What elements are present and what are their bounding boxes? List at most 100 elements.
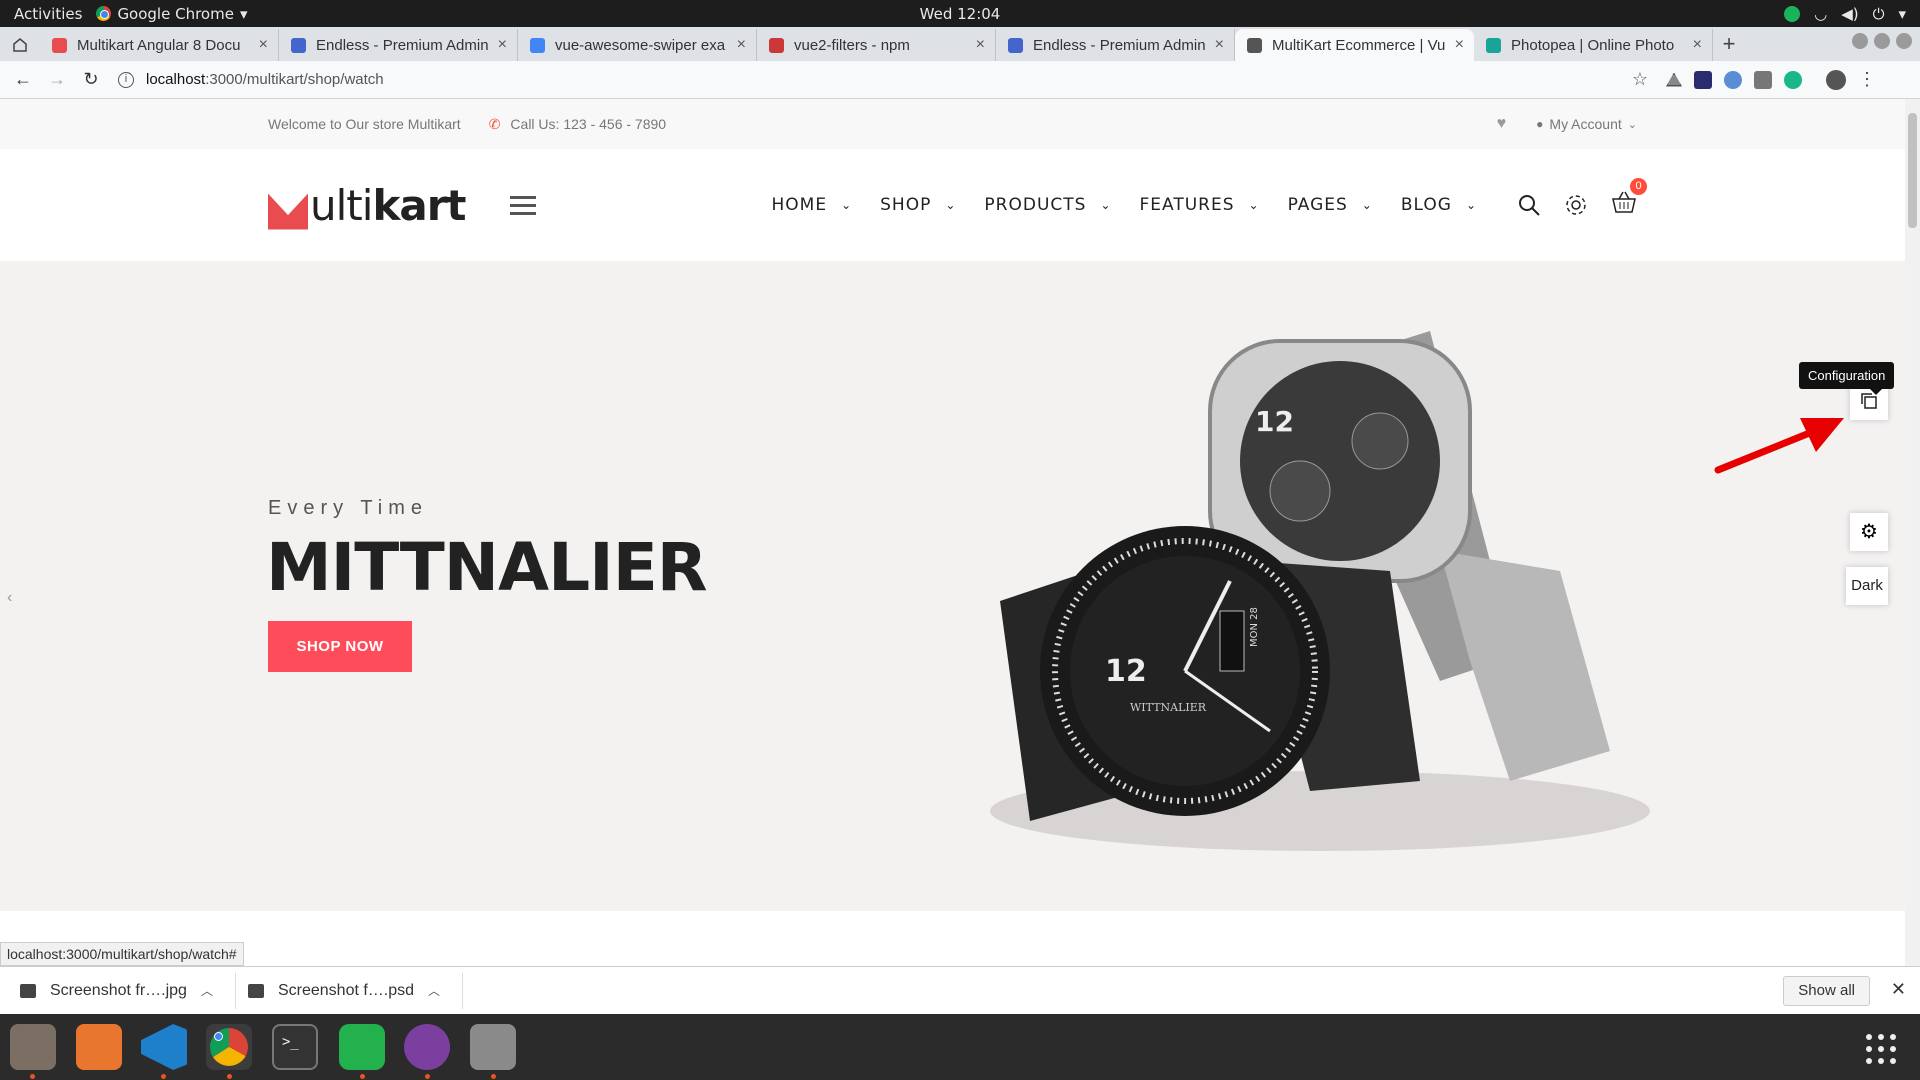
activities-button[interactable]: Activities (0, 5, 96, 23)
profile-icon[interactable] (1826, 69, 1846, 90)
maximize-icon[interactable] (1874, 33, 1890, 49)
tab-title: Photopea | Online Photo (1511, 36, 1675, 54)
close-tab-icon[interactable]: × (737, 36, 746, 54)
browser-tab[interactable]: Multikart Angular 8 Docu × (40, 29, 279, 61)
window-controls (1852, 33, 1912, 49)
browser-tab[interactable]: vue2-filters - npm × (757, 29, 996, 61)
chevron-down-icon: ⌄ (1100, 198, 1112, 212)
scrollbar-thumb[interactable] (1908, 113, 1917, 228)
wishlist-heart-icon[interactable]: ♥ (1497, 115, 1507, 133)
favicon-icon (52, 37, 67, 53)
chat-app-icon[interactable] (339, 1024, 385, 1070)
main-nav: HOME ⌄ SHOP ⌄ PRODUCTS ⌄ FEATURES ⌄ PAGES ⌄ BLOG ⌄ (771, 195, 1477, 215)
reload-icon[interactable]: ↻ (74, 69, 108, 90)
close-tab-icon[interactable]: × (1455, 36, 1464, 54)
my-account-menu[interactable]: ● My Account ⌄ (1536, 116, 1637, 132)
download-item[interactable]: Screenshot f….psd ︿ (247, 972, 464, 1009)
browser-toolbar: ← → ↻ i localhost:3000/multikart/shop/wa… (0, 61, 1920, 99)
nav-item-products[interactable]: PRODUCTS ⌄ (984, 195, 1111, 215)
n-extension-icon[interactable] (1694, 70, 1712, 89)
nav-label: PAGES (1287, 195, 1348, 215)
file-icon (247, 983, 264, 998)
blue-extension-icon[interactable] (1724, 70, 1742, 89)
nav-label: FEATURES (1139, 195, 1235, 215)
camera-extension-icon[interactable] (1754, 70, 1772, 89)
drive-extension-icon[interactable] (1666, 72, 1682, 87)
minimize-icon[interactable] (1852, 33, 1868, 49)
settings-gear-icon[interactable] (1563, 192, 1589, 218)
browser-tab[interactable]: MultiKart Ecommerce | Vu × (1235, 29, 1474, 61)
address-bar[interactable]: i localhost:3000/multikart/shop/watch ☆ (118, 65, 1648, 95)
back-icon[interactable]: ← (6, 69, 40, 90)
system-tray[interactable]: ◡ ◀) ⏻ ▾ (1784, 5, 1906, 23)
browser-tab[interactable]: Photopea | Online Photo × (1474, 29, 1713, 61)
slider-prev-arrow-icon[interactable]: ‹ (7, 589, 12, 607)
close-tab-icon[interactable]: × (498, 36, 507, 54)
chrome-dock-icon[interactable] (206, 1024, 252, 1070)
app-menu-label: Google Chrome (117, 4, 234, 23)
chrome-icon (96, 6, 112, 21)
close-window-icon[interactable] (1896, 33, 1912, 49)
forward-icon[interactable]: → (40, 69, 74, 90)
nav-item-pages[interactable]: PAGES ⌄ (1288, 195, 1373, 215)
clock[interactable]: Wed 12:04 (920, 5, 1001, 23)
favicon-icon (1486, 37, 1501, 53)
close-tab-icon[interactable]: × (976, 36, 985, 54)
close-tab-icon[interactable]: × (1215, 36, 1224, 54)
show-all-button[interactable]: Show all (1783, 976, 1870, 1006)
files-app-icon[interactable] (10, 1024, 56, 1070)
scanner-app-icon[interactable] (470, 1024, 516, 1070)
browser-tab[interactable]: vue-awesome-swiper exa × (518, 29, 757, 61)
terminal-icon[interactable]: >_ (272, 1024, 318, 1070)
close-tab-icon[interactable]: × (259, 36, 268, 54)
running-indicator (360, 1074, 365, 1079)
watch-date-window: MON 28 (1249, 607, 1260, 647)
tab-strip: Multikart Angular 8 Docu × Endless - Premi… (0, 27, 1920, 61)
site-header: ulti kart HOME ⌄ SHOP ⌄ PRODUCTS ⌄ FEATURES ⌄ PAG… (0, 149, 1905, 261)
nav-item-home[interactable]: HOME ⌄ (771, 195, 852, 215)
dark-mode-toggle[interactable]: Dark (1846, 567, 1888, 605)
hamburger-menu-icon[interactable] (509, 191, 536, 220)
theme-settings-button[interactable]: ⚙ (1850, 513, 1888, 551)
bookmark-star-icon[interactable]: ☆ (1632, 69, 1648, 90)
site-info-icon[interactable]: i (118, 71, 134, 88)
menu-dots-icon[interactable]: ⋮ (1858, 69, 1876, 90)
favicon-icon (291, 37, 306, 53)
welcome-text: Welcome to Our store Multikart (268, 116, 461, 132)
logo-text-suffix: kart (372, 180, 466, 230)
download-item[interactable]: Screenshot fr….jpg ︿ (20, 972, 236, 1009)
chevron-down-icon: ⌄ (1361, 198, 1373, 212)
browser-tab[interactable]: Endless - Premium Admin × (996, 29, 1235, 61)
page-scrollbar[interactable] (1905, 99, 1920, 966)
favicon-icon (530, 37, 545, 53)
vscode-icon[interactable] (141, 1024, 187, 1070)
user-icon: ● (1536, 117, 1544, 131)
show-applications-icon[interactable] (1866, 1034, 1896, 1064)
tab-title: vue-awesome-swiper exa (555, 36, 726, 54)
browser-tab[interactable]: Endless - Premium Admin × (279, 29, 518, 61)
nav-label: SHOP (880, 195, 932, 215)
nav-item-blog[interactable]: BLOG ⌄ (1401, 195, 1477, 215)
close-downloads-icon[interactable]: ✕ (1891, 979, 1906, 1000)
multikart-logo[interactable]: ulti kart (268, 180, 467, 230)
nav-item-features[interactable]: FEATURES ⌄ (1140, 195, 1260, 215)
nav-item-shop[interactable]: SHOP ⌄ (880, 195, 956, 215)
shop-now-button[interactable]: SHOP NOW (268, 621, 412, 672)
github-desktop-icon[interactable] (404, 1024, 450, 1070)
search-icon[interactable] (1517, 193, 1541, 217)
new-tab-button[interactable]: + (1713, 29, 1745, 61)
dock: >_ (0, 1014, 1920, 1080)
nav-label: HOME (771, 195, 828, 215)
m-extension-icon[interactable] (1784, 70, 1802, 89)
caret-up-icon[interactable]: ︿ (201, 982, 213, 999)
power-icon: ⏻ (1872, 4, 1885, 23)
caret-up-icon[interactable]: ︿ (428, 982, 440, 999)
cart-button[interactable]: 0 (1611, 177, 1647, 221)
close-tab-icon[interactable]: × (1693, 36, 1702, 54)
caret-down-icon: ▾ (239, 4, 248, 23)
tab-search-icon[interactable] (0, 29, 40, 61)
app-menu[interactable]: Google Chrome ▾ (96, 5, 247, 23)
red-annotation-arrow (1714, 418, 1844, 474)
software-center-icon[interactable] (76, 1024, 122, 1070)
configuration-tooltip: Configuration (1799, 362, 1895, 395)
